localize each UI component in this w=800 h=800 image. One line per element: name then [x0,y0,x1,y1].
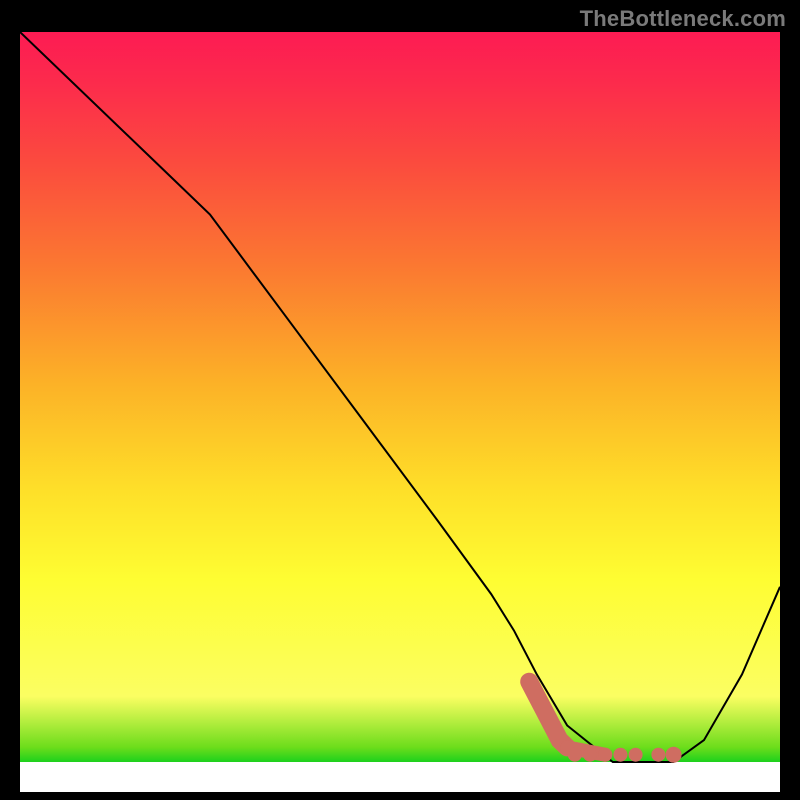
band-dot [651,748,665,762]
chart-container: TheBottleneck.com [0,0,800,800]
optimal-band-svg [20,32,780,792]
optimal-range-band [529,682,681,763]
band-descent [529,682,567,748]
plot-frame [20,32,780,792]
band-dot [583,748,597,762]
watermark-label: TheBottleneck.com [580,6,786,32]
band-dot [666,747,682,763]
band-dot [598,748,612,762]
band-dot [568,748,582,762]
band-dot [613,748,627,762]
band-dot [629,748,643,762]
